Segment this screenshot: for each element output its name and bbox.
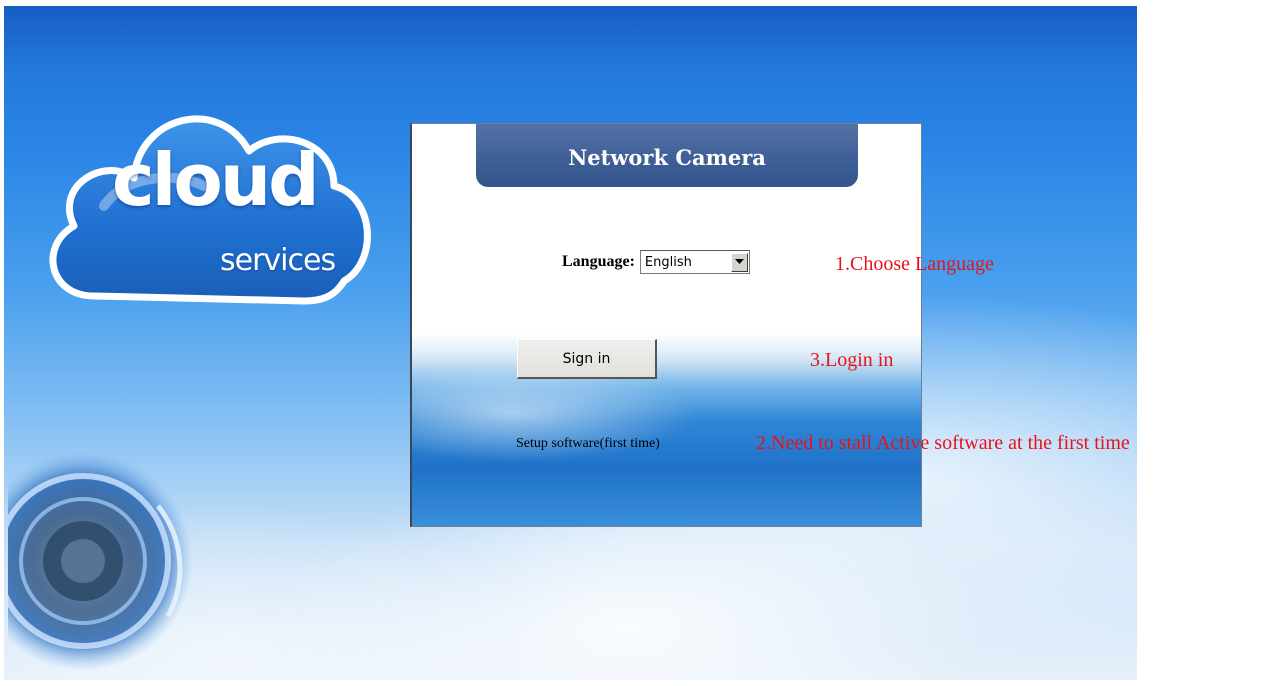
annotation-step-3: 3.Login in (810, 349, 894, 371)
background-top-glow (4, 6, 1137, 66)
camera-lens-shape (8, 451, 193, 671)
chevron-down-glyph (734, 259, 744, 264)
annotation-step-1: 1.Choose Language (835, 253, 994, 275)
logo-services-text: services (220, 243, 336, 278)
login-panel: Network Camera Language: English Sign in… (410, 123, 922, 527)
logo-cloud-text: cloud (112, 138, 320, 222)
language-row: Language: English (562, 250, 750, 274)
panel-header: Network Camera (476, 124, 858, 187)
camera-lens-icon (8, 446, 228, 680)
language-selected-value: English (644, 254, 692, 270)
annotation-step-2: 2.Need to stall Active software at the f… (756, 432, 1130, 454)
setup-software-link[interactable]: Setup software(first time) (516, 436, 660, 452)
page: cloud services Network Camera Language: … (0, 0, 1280, 686)
panel-title: Network Camera (568, 144, 766, 170)
language-select[interactable]: English (639, 250, 750, 274)
cloud-logo-icon: cloud services (34, 86, 384, 326)
language-label: Language: (562, 253, 635, 270)
sign-in-button[interactable]: Sign in (517, 339, 657, 379)
chevron-down-icon[interactable] (730, 252, 748, 272)
